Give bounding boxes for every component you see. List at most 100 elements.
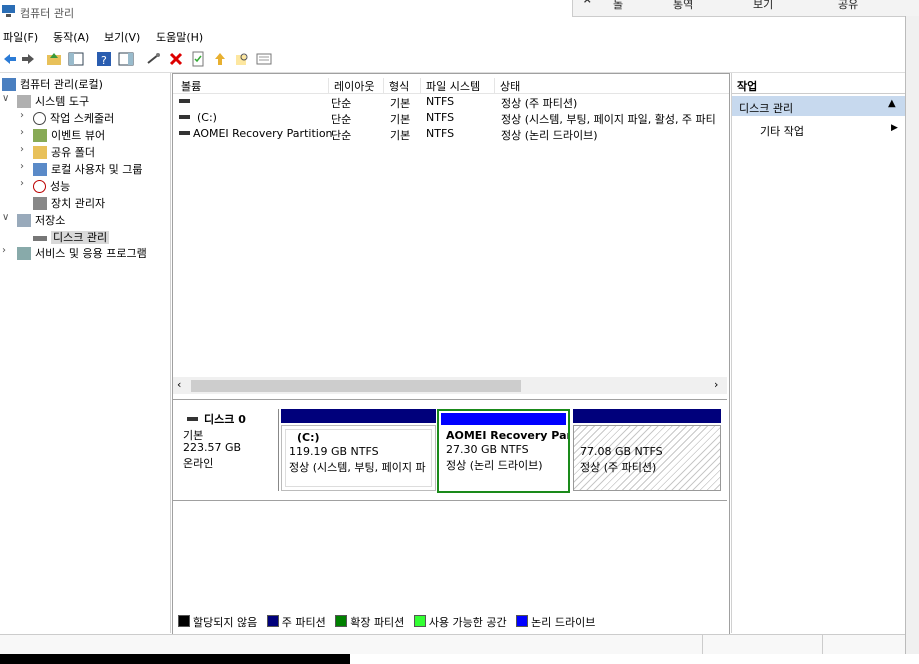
column-header-status[interactable]: 상태 — [495, 78, 727, 93]
status-bar — [0, 634, 905, 655]
horizontal-scrollbar[interactable]: ‹ › — [173, 377, 727, 394]
chevron-down-icon[interactable]: ∨ — [2, 93, 12, 104]
menu-view[interactable]: 보기(V) — [104, 29, 140, 45]
menu-file[interactable]: 파일(F) — [3, 29, 38, 45]
navigation-tree: 컴퓨터 관리(로컬) ∨ 시스템 도구 › 작업 스케줄러 › 이벤트 뷰어 ›… — [0, 73, 171, 633]
show-hide-tree-icon[interactable] — [68, 51, 84, 67]
tree-item-label: 성능 — [50, 180, 71, 193]
scroll-left-icon[interactable]: ‹ — [177, 378, 181, 391]
tree-item-disk-management[interactable]: 디스크 관리 — [33, 229, 110, 245]
delete-icon[interactable] — [168, 51, 184, 67]
help-icon[interactable]: ? — [96, 51, 112, 67]
overlay-item-1[interactable]: 통역 — [673, 0, 693, 12]
legend-label: 사용 가능한 공간 — [428, 616, 507, 629]
chevron-up-icon[interactable]: ⌃ — [581, 0, 594, 14]
event-viewer-icon — [33, 129, 47, 142]
chevron-right-icon[interactable]: › — [20, 161, 30, 172]
volume-filesystem: NTFS — [426, 95, 455, 108]
tree-item-device-manager[interactable]: 장치 관리자 — [33, 195, 105, 211]
column-header-filesystem[interactable]: 파일 시스템 — [421, 78, 495, 93]
actions-group-disk-management[interactable]: 디스크 관리 ▲ — [732, 96, 906, 116]
disk-icon — [187, 417, 198, 421]
tree-item-label: 저장소 — [35, 214, 66, 227]
list-view-icon[interactable] — [256, 51, 272, 67]
tree-item-label: 시스템 도구 — [35, 95, 90, 108]
chevron-right-icon[interactable]: › — [20, 110, 30, 121]
window-title: 컴퓨터 관리 — [20, 7, 75, 20]
partition-status: 정상 (논리 드라이브) — [446, 459, 543, 472]
volume-layout: 단순 — [331, 129, 352, 142]
partition-header-primary — [281, 409, 436, 423]
chevron-right-icon[interactable]: › — [20, 127, 30, 138]
search-icon[interactable] — [234, 51, 250, 67]
collapse-up-icon[interactable]: ▲ — [888, 98, 896, 109]
tree-item-root[interactable]: 컴퓨터 관리(로컬) — [2, 76, 103, 92]
back-icon[interactable] — [2, 51, 18, 67]
volume-filesystem: NTFS — [426, 127, 455, 140]
menu-action[interactable]: 동작(A) — [53, 29, 89, 45]
device-manager-icon — [33, 197, 47, 210]
actions-more-label: 기타 작업 — [760, 125, 804, 138]
show-action-pane-icon[interactable] — [118, 51, 134, 67]
chevron-right-icon: ▶ — [891, 123, 898, 133]
arrow-up-icon[interactable] — [212, 51, 228, 67]
partition-status: 정상 (주 파티션) — [580, 461, 657, 474]
volume-status: 정상 (논리 드라이브) — [501, 129, 598, 142]
tree-item-label: 공유 폴더 — [51, 146, 95, 159]
tree-item-label: 디스크 관리 — [51, 231, 110, 244]
chevron-right-icon[interactable]: › — [2, 245, 12, 256]
volume-list-header: 볼륨 레이아웃 형식 파일 시스템 상태 — [173, 76, 729, 94]
volume-status: 정상 (주 파티션) — [501, 97, 578, 110]
chevron-right-icon[interactable]: › — [20, 144, 30, 155]
shared-folder-icon — [33, 146, 47, 159]
chevron-right-icon[interactable]: › — [20, 178, 30, 189]
legend-label: 할당되지 않음 — [193, 616, 258, 629]
tree-item-label: 서비스 및 응용 프로그램 — [35, 247, 147, 260]
table-row[interactable]: 단순 기본 NTFS 정상 (주 파티션) — [173, 94, 729, 110]
overlay-item-3[interactable]: 공유 — [838, 0, 858, 12]
legend: 할당되지 않음 주 파티션 확장 파티션 사용 가능한 공간 논리 드라이브 — [178, 614, 601, 630]
up-folder-icon[interactable] — [46, 51, 62, 67]
volume-type: 기본 — [390, 113, 411, 126]
legend-swatch-primary — [266, 615, 279, 627]
volume-icon — [179, 127, 191, 140]
legend-swatch-free-space — [413, 615, 426, 627]
performance-icon — [33, 180, 46, 193]
partition-3[interactable]: 77.08 GB NTFS 정상 (주 파티션) — [573, 425, 721, 491]
chevron-down-icon[interactable]: ∨ — [2, 212, 12, 223]
overlay-toolbar: ⌃ 돌 통역 보기 공유 — [572, 0, 919, 17]
legend-swatch-extended — [335, 615, 348, 627]
volume-type: 기본 — [390, 129, 411, 142]
menu-help[interactable]: 도움말(H) — [156, 29, 203, 45]
table-row[interactable]: (C:) 단순 기본 NTFS 정상 (시스템, 부팅, 페이지 파일, 활성,… — [173, 110, 729, 126]
disk-info[interactable]: 디스크 0 기본 223.57 GB 온라인 — [177, 409, 277, 489]
volume-icon — [179, 111, 191, 124]
taskbar-segment — [0, 654, 350, 664]
disk-icon — [33, 236, 47, 241]
clock-icon — [33, 112, 46, 125]
column-header-volume[interactable]: 볼륨 — [176, 78, 329, 93]
column-header-layout[interactable]: 레이아웃 — [329, 78, 384, 93]
legend-swatch-logical — [516, 615, 529, 627]
overlay-item-0[interactable]: 돌 — [613, 0, 623, 12]
partition-size: 77.08 GB NTFS — [580, 445, 663, 458]
disk-size: 223.57 GB — [183, 441, 242, 454]
scrollbar-thumb[interactable] — [191, 380, 521, 392]
tree-item-label: 로컬 사용자 및 그룹 — [51, 163, 143, 176]
partition-c[interactable]: (C:) 119.19 GB NTFS 정상 (시스템, 부팅, 페이지 파 — [281, 425, 436, 491]
partition-aomei-selected[interactable]: AOMEI Recovery Part 27.30 GB NTFS 정상 (논리… — [437, 409, 570, 493]
forward-icon[interactable] — [20, 51, 36, 67]
column-header-type[interactable]: 형식 — [384, 78, 421, 93]
overlay-item-2[interactable]: 보기 — [753, 0, 773, 12]
computer-management-icon — [2, 5, 15, 17]
connect-icon[interactable] — [146, 51, 162, 67]
properties-icon[interactable] — [190, 51, 206, 67]
center-pane: 볼륨 레이아웃 형식 파일 시스템 상태 단순 기본 NTFS 정상 (주 파티… — [172, 73, 730, 635]
menu-bar: 파일(F) 동작(A) 보기(V) 도움말(H) — [0, 25, 905, 45]
actions-group-label: 디스크 관리 — [739, 102, 794, 115]
table-row[interactable]: AOMEI Recovery Partition 단순 기본 NTFS 정상 (… — [173, 126, 729, 142]
scroll-right-icon[interactable]: › — [714, 378, 718, 391]
disk-name: 디스크 0 — [204, 413, 246, 426]
actions-more[interactable]: 기타 작업 ▶ — [732, 121, 906, 139]
tree-item-label: 장치 관리자 — [51, 197, 106, 210]
